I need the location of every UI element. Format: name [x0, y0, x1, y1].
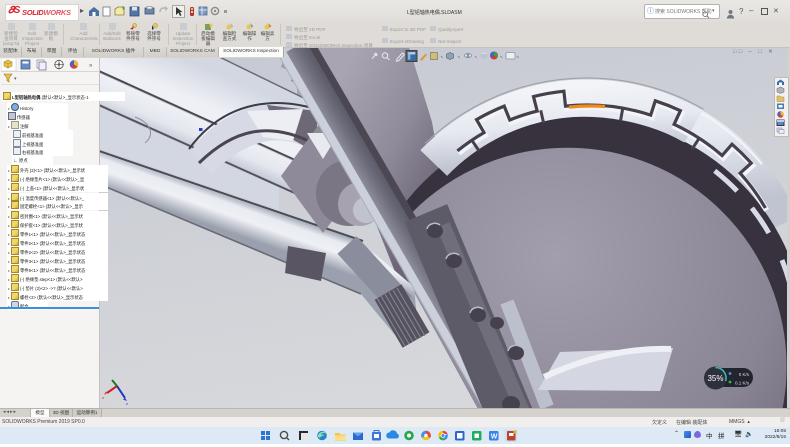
svg-text:0 K/s: 0 K/s [739, 372, 750, 377]
svg-text:▾: ▾ [14, 76, 17, 82]
svg-text:z: z [126, 401, 128, 406]
svg-text:»: » [89, 63, 93, 69]
svg-text:x: x [102, 395, 104, 400]
svg-text:0.1 K/s: 0.1 K/s [735, 381, 750, 386]
svg-text:35%: 35% [707, 374, 723, 383]
svg-text:W: W [491, 434, 498, 441]
